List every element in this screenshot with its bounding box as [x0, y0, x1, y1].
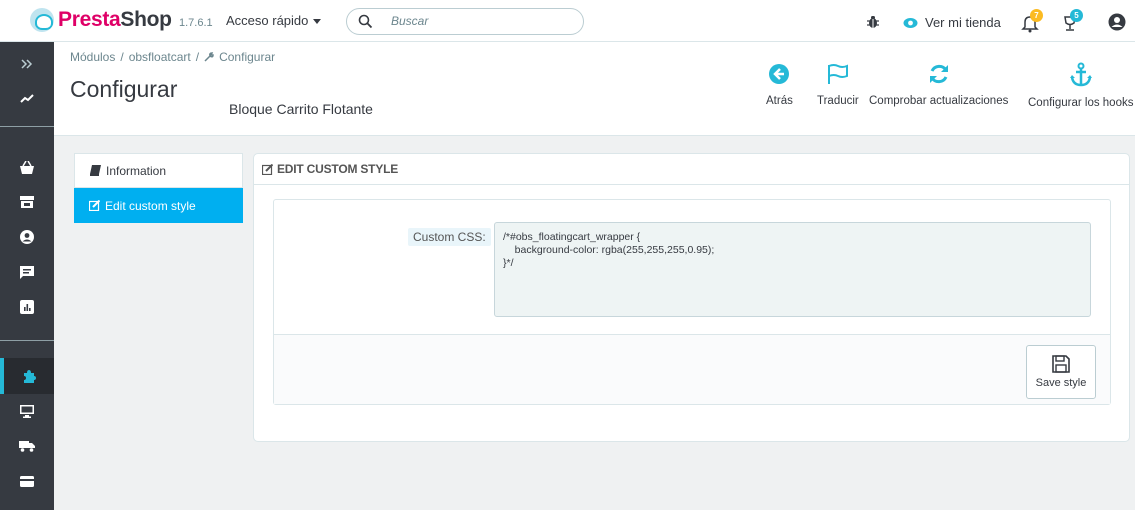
breadcrumb: Módulos / obsfloatcart / Configurar: [70, 50, 275, 64]
account-circle-icon: [20, 230, 34, 244]
book-icon: [90, 165, 101, 176]
desktop-icon: [20, 404, 34, 418]
custom-css-textarea[interactable]: /*#obs_floatingcart_wrapper { background…: [494, 222, 1091, 317]
tab-edit-custom-style-label: Edit custom style: [105, 198, 196, 213]
double-chevron-right-icon: [21, 59, 33, 69]
user-account-icon[interactable]: [1108, 13, 1126, 31]
quick-access-dropdown[interactable]: Acceso rápido: [226, 13, 322, 28]
debug-bug-icon[interactable]: [867, 15, 879, 29]
translate-label: Traducir: [817, 95, 859, 107]
chevron-down-icon: [313, 19, 322, 24]
back-button[interactable]: Atrás: [766, 62, 793, 107]
sidebar-collapse[interactable]: [0, 46, 54, 82]
wrench-icon: [204, 52, 214, 62]
flag-icon: [827, 64, 848, 84]
sidebar-item-dashboard[interactable]: [0, 80, 54, 116]
sidebar-item-catalog[interactable]: [0, 184, 54, 220]
breadcrumb-configure: Configurar: [219, 50, 276, 64]
sidebar-divider: [0, 126, 54, 127]
top-bar: PrestaShop 1.7.6.1 Acceso rápido Ver mi …: [0, 0, 1135, 42]
edit-icon: [89, 200, 100, 211]
sidebar-item-stats[interactable]: [0, 289, 54, 325]
sidebar-item-customers[interactable]: [0, 219, 54, 255]
chat-icon: [20, 265, 34, 279]
breadcrumb-separator: /: [120, 50, 124, 64]
breadcrumb-modules[interactable]: Módulos: [70, 50, 115, 64]
brand-name-part-2: Shop: [120, 8, 172, 31]
edit-icon: [262, 163, 273, 175]
tab-edit-custom-style[interactable]: Edit custom style: [74, 188, 243, 223]
brand-name: PrestaShop: [58, 8, 172, 32]
configure-hooks-button[interactable]: Configurar los hooks: [1028, 62, 1133, 109]
arrow-left-circle-icon: [769, 64, 790, 84]
puffin-logo-icon: [30, 8, 54, 32]
back-label: Atrás: [766, 95, 793, 107]
custom-css-form: Custom CSS: /*#obs_floatingcart_wrapper …: [273, 199, 1111, 405]
truck-icon: [19, 441, 35, 452]
sidebar: [0, 42, 54, 510]
config-tabs: Information Edit custom style: [74, 153, 243, 223]
search-input[interactable]: [391, 14, 571, 28]
bar-chart-icon: [20, 300, 34, 314]
breadcrumb-module[interactable]: obsfloatcart: [129, 50, 191, 64]
save-style-button[interactable]: Save style: [1026, 345, 1096, 399]
eye-icon: [903, 17, 918, 28]
orders-notification[interactable]: 7: [1021, 9, 1045, 33]
prestashop-logo[interactable]: PrestaShop: [30, 8, 172, 32]
notification-badge: 5: [1070, 9, 1083, 22]
edit-style-panel: EDIT CUSTOM STYLE Custom CSS: /*#obs_flo…: [253, 153, 1130, 442]
sidebar-item-messages[interactable]: [0, 254, 54, 290]
refresh-icon: [929, 64, 948, 84]
sidebar-divider: [0, 340, 54, 341]
breadcrumb-separator: /: [195, 50, 200, 64]
sidebar-item-orders[interactable]: [0, 149, 54, 185]
page-subtitle: Bloque Carrito Flotante: [229, 101, 373, 117]
store-icon: [20, 196, 34, 208]
panel-heading: EDIT CUSTOM STYLE: [254, 154, 1129, 185]
trending-up-icon: [20, 94, 34, 103]
tab-information[interactable]: Information: [74, 153, 243, 188]
form-footer: [274, 334, 1110, 404]
puzzle-piece-icon: [24, 370, 36, 383]
notification-badge: 7: [1030, 9, 1043, 22]
sidebar-item-shipping[interactable]: [0, 428, 54, 464]
version-label: 1.7.6.1: [179, 17, 213, 29]
search-icon: [358, 14, 373, 29]
credit-card-icon: [20, 475, 34, 487]
view-shop-label: Ver mi tienda: [925, 15, 1001, 30]
shopping-basket-icon: [20, 160, 34, 174]
anchor-icon: [1069, 62, 1092, 87]
customers-notification[interactable]: 5: [1061, 9, 1085, 33]
panel-heading-text: EDIT CUSTOM STYLE: [277, 162, 399, 176]
sidebar-item-design[interactable]: [0, 393, 54, 429]
page-title: Configurar: [70, 76, 178, 102]
view-shop-link[interactable]: Ver mi tienda: [903, 15, 1001, 30]
page-header: Módulos / obsfloatcart / Configurar Conf…: [54, 42, 1135, 136]
quick-access-label: Acceso rápido: [226, 13, 309, 28]
save-style-label: Save style: [1035, 377, 1087, 389]
configure-hooks-label: Configurar los hooks: [1028, 97, 1134, 109]
custom-css-label: Custom CSS:: [408, 228, 491, 246]
check-updates-label: Comprobar actualizaciones: [869, 95, 1009, 107]
sidebar-item-payment[interactable]: [0, 463, 54, 499]
check-updates-button[interactable]: Comprobar actualizaciones: [869, 62, 1008, 107]
translate-button[interactable]: Traducir: [817, 62, 859, 107]
brand-name-part-1: Presta: [58, 8, 121, 31]
search-box[interactable]: [346, 8, 584, 35]
sidebar-item-modules[interactable]: [0, 358, 54, 394]
floppy-disk-icon: [1052, 355, 1070, 373]
tab-information-label: Information: [106, 163, 167, 178]
